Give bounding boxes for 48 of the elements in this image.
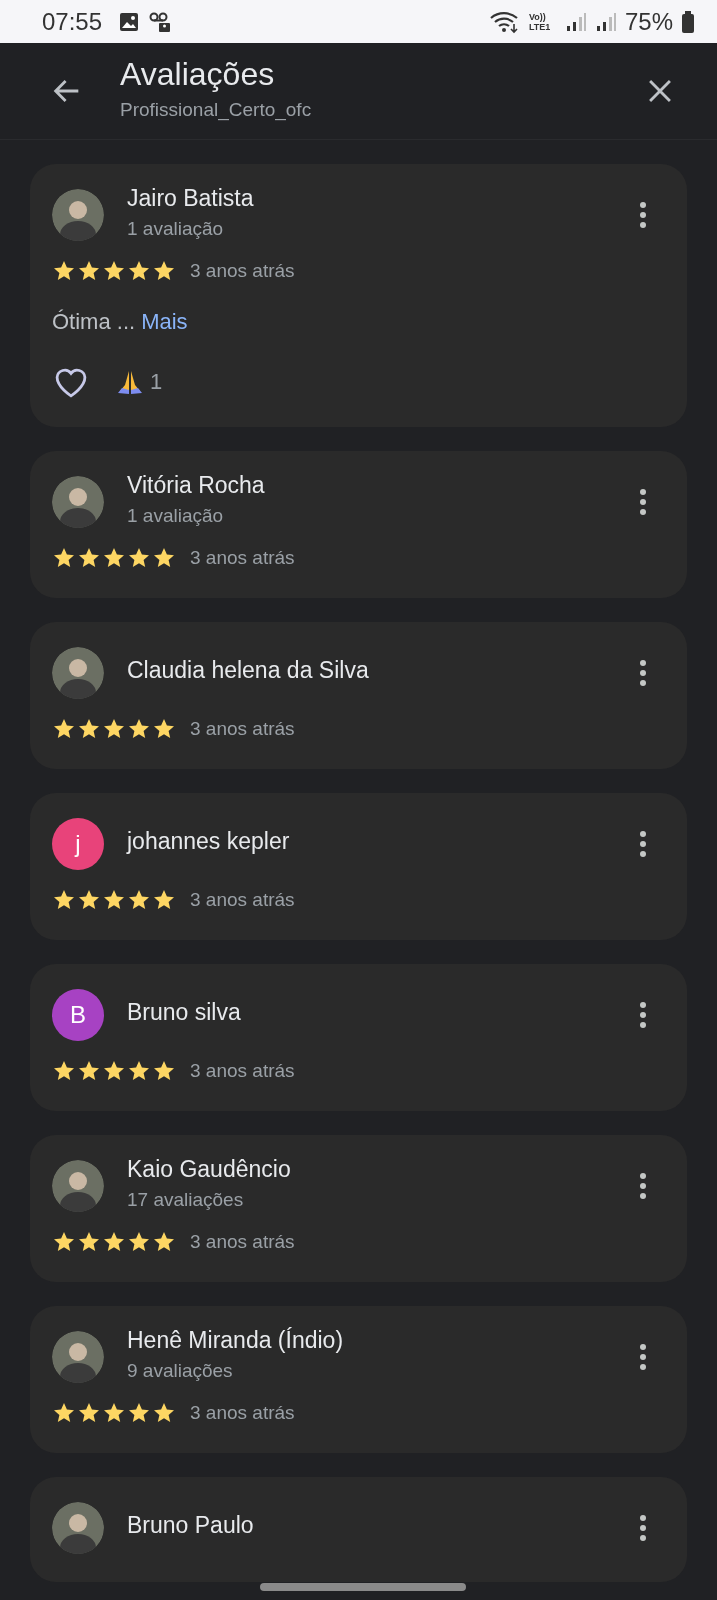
page-title: Avaliações [120, 55, 276, 93]
review-time: 3 anos atrás [190, 547, 295, 569]
more-options-icon[interactable] [639, 829, 647, 859]
review-time: 3 anos atrás [190, 718, 295, 740]
review-count: 1 avaliação [127, 217, 225, 240]
reviewer-name[interactable]: johannes kepler [127, 827, 639, 855]
gallery-icon [118, 10, 141, 33]
review-time: 3 anos atrás [190, 1060, 295, 1082]
battery-icon [681, 9, 695, 34]
reviewer-name[interactable]: Bruno Paulo [127, 1511, 639, 1539]
more-link[interactable]: Mais [141, 309, 188, 334]
avatar-silhouette-icon [52, 1502, 104, 1554]
reviewer-name[interactable]: Kaio Gaudêncio [127, 1155, 639, 1183]
avatar-silhouette-icon [52, 647, 104, 699]
more-options-icon[interactable] [639, 200, 647, 230]
battery-level: 75% [624, 7, 673, 36]
avatar-silhouette-icon [52, 189, 104, 241]
reaction-count: 1 [150, 369, 163, 395]
reviewer-name[interactable]: Henê Miranda (Índio) [127, 1326, 639, 1354]
more-options-icon[interactable] [639, 1513, 647, 1543]
reviewer-name[interactable]: Bruno silva [127, 998, 639, 1026]
more-options-icon[interactable] [639, 1000, 647, 1030]
more-options-icon[interactable] [639, 1171, 647, 1201]
signal-icon [564, 10, 587, 33]
review-count: 17 avaliações [127, 1188, 245, 1211]
review-count: 1 avaliação [127, 504, 225, 527]
reviewer-name[interactable]: Vitória Rocha [127, 471, 639, 499]
review-time: 3 anos atrás [190, 260, 295, 282]
clock: 07:55 [42, 7, 103, 36]
review-time: 3 anos atrás [190, 889, 295, 911]
more-options-icon[interactable] [639, 658, 647, 688]
review-time: 3 anos atrás [190, 1402, 295, 1424]
avatar: B [52, 989, 104, 1041]
wifi-icon [488, 9, 521, 34]
reviewer-name[interactable]: Claudia helena da Silva [127, 656, 639, 684]
more-options-icon[interactable] [639, 1342, 647, 1372]
review-count: 9 avaliações [127, 1359, 234, 1382]
page-subtitle: Profissional_Certo_ofc [120, 98, 313, 121]
review-text: Ótima ... [52, 309, 136, 334]
signal-icon [594, 10, 617, 33]
avatar: j [52, 818, 104, 870]
review-time: 3 anos atrás [190, 1231, 295, 1253]
more-options-icon[interactable] [639, 487, 647, 517]
avatar-silhouette-icon [52, 476, 104, 528]
avatar-silhouette-icon [52, 1160, 104, 1212]
avatar-silhouette-icon [52, 1331, 104, 1383]
network-label: Vo)) LTE1 [528, 11, 552, 32]
reviewer-name[interactable]: Jairo Batista [127, 184, 639, 212]
